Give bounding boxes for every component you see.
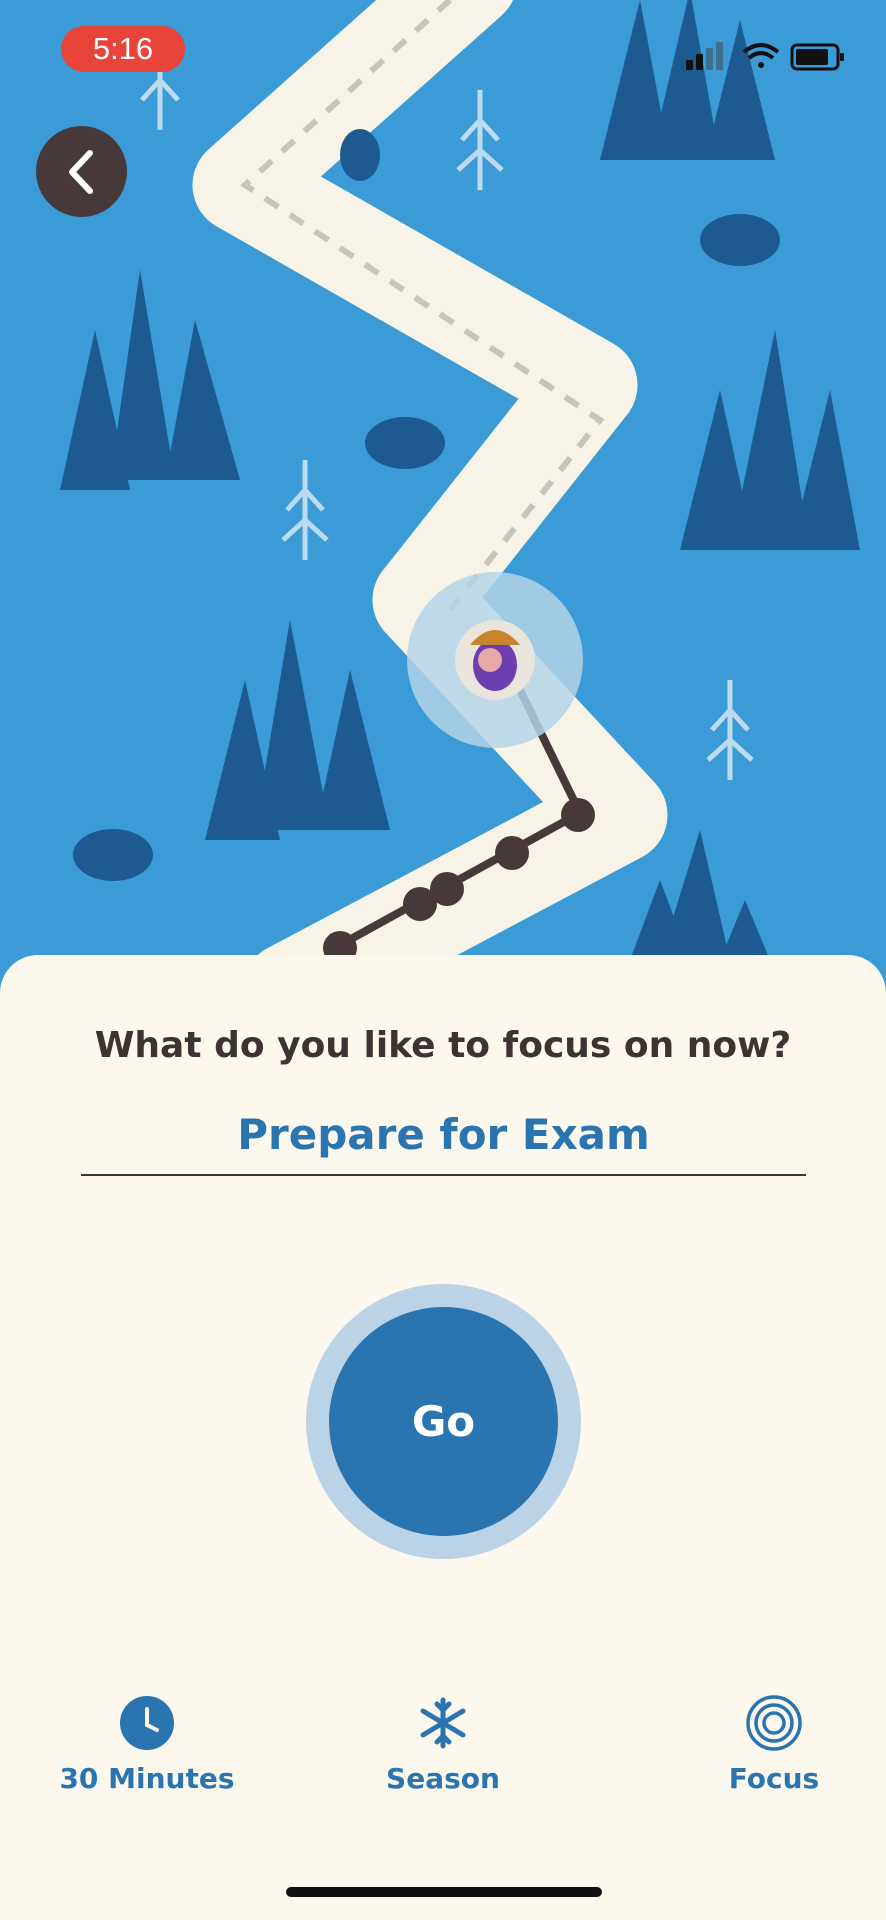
duration-label: 30 Minutes <box>59 1762 235 1795</box>
status-icons <box>686 42 844 71</box>
go-button[interactable]: Go <box>329 1307 558 1536</box>
duration-option[interactable]: 30 Minutes <box>59 1694 235 1795</box>
trail-map-illustration <box>0 0 886 1000</box>
wifi-icon <box>742 43 780 68</box>
season-label: Season <box>386 1762 500 1795</box>
status-time: 5:16 <box>61 26 185 72</box>
battery-icon <box>790 43 844 71</box>
hiker-avatar <box>407 572 583 748</box>
home-indicator[interactable] <box>286 1887 602 1897</box>
focus-task-input[interactable] <box>81 1094 806 1176</box>
go-button-ring: Go <box>306 1284 581 1559</box>
focus-target-icon <box>746 1695 802 1751</box>
clock-icon <box>120 1696 174 1750</box>
back-button[interactable] <box>36 126 127 217</box>
signal-icon <box>686 42 723 70</box>
focus-option[interactable]: Focus <box>718 1694 830 1795</box>
focus-question: What do you like to focus on now? <box>94 1025 792 1066</box>
season-option[interactable]: Season <box>383 1694 503 1795</box>
snowflake-icon <box>420 1697 466 1749</box>
focus-label: Focus <box>728 1762 820 1795</box>
chevron-left-icon <box>68 149 93 194</box>
